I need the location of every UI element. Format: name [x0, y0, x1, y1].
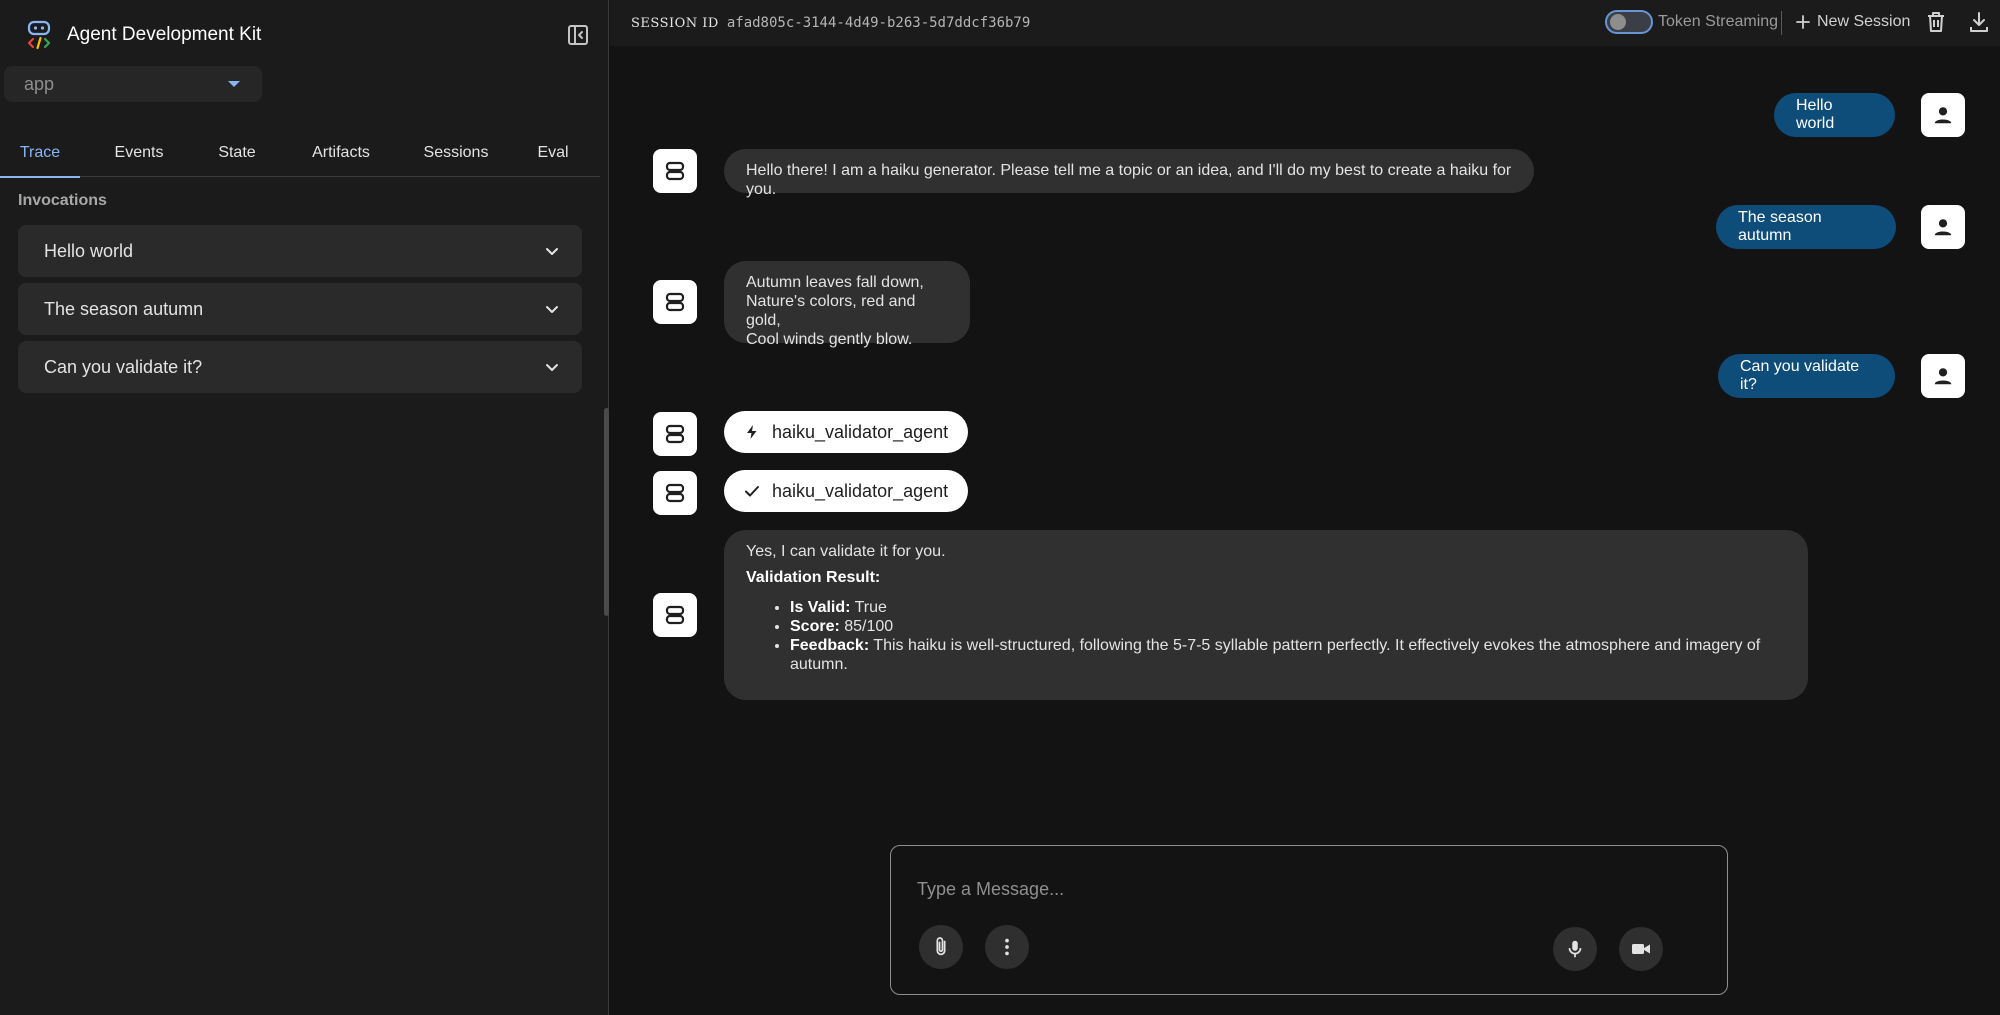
function-call-label: haiku_validator_agent — [772, 421, 949, 442]
more-options-button[interactable] — [985, 925, 1029, 969]
user-message: The season autumn — [1716, 205, 1896, 249]
invocations-heading: Invocations — [18, 192, 107, 209]
token-streaming-label: Token Streaming — [1658, 13, 1779, 30]
user-message: Can you validate it? — [1718, 354, 1895, 398]
collapse-sidebar-icon[interactable] — [566, 23, 590, 47]
validation-item: Is Valid: True — [790, 598, 1786, 617]
invocation-item[interactable]: Hello world — [18, 225, 582, 277]
user-message: Hello world — [1774, 93, 1895, 137]
token-streaming-toggle[interactable] — [1605, 10, 1653, 34]
validation-item-value: 85/100 — [839, 618, 894, 635]
haiku-line: Cool winds gently blow. — [746, 331, 913, 348]
validation-item: Score: 85/100 — [790, 617, 1786, 636]
check-icon — [745, 486, 759, 497]
person-icon — [1934, 368, 1952, 385]
validation-item-label: Score: — [790, 618, 840, 635]
validation-list: Is Valid: True Score: 85/100 Feedback: T… — [790, 598, 1786, 674]
tab-state[interactable]: State — [198, 128, 276, 177]
app-title: Agent Development Kit — [67, 24, 262, 45]
bolt-icon — [747, 425, 757, 439]
sidebar: Agent Development Kit app Trace Events S… — [0, 0, 609, 1015]
bot-message: Hello there! I am a haiku generator. Ple… — [724, 149, 1534, 198]
function-response-label: haiku_validator_agent — [772, 480, 949, 501]
bot-icon — [665, 605, 685, 625]
tab-trace[interactable]: Trace — [0, 128, 80, 178]
mic-icon — [1568, 940, 1582, 958]
chevron-down-icon — [546, 248, 558, 255]
header-divider — [1781, 11, 1782, 35]
validation-intro: Yes, I can validate it for you. — [746, 543, 946, 560]
chevron-down-icon — [546, 306, 558, 313]
invocation-item[interactable]: Can you validate it? — [18, 341, 582, 393]
person-icon — [1934, 219, 1952, 236]
validation-heading: Validation Result: — [746, 569, 881, 586]
sidebar-tabs: Trace Events State Artifacts Sessions Ev… — [0, 128, 600, 178]
plus-icon — [1796, 15, 1810, 29]
session-id-label: SESSION ID — [631, 15, 719, 31]
sidebar-scrollbar[interactable] — [604, 408, 609, 616]
tab-artifacts[interactable]: Artifacts — [276, 128, 406, 177]
paperclip-icon — [936, 937, 946, 956]
bot-icon — [665, 483, 685, 503]
bot-avatar — [653, 412, 697, 456]
bot-message: Yes, I can validate it for you. Validati… — [724, 530, 1808, 700]
function-response-chip[interactable]: haiku_validator_agent — [724, 470, 968, 512]
video-button[interactable] — [1619, 927, 1663, 971]
videocam-icon — [1632, 944, 1650, 954]
app-select-value: app — [24, 73, 55, 94]
toggle-knob — [1610, 14, 1626, 30]
validation-item-value: This haiku is well-structured, following… — [790, 637, 1761, 673]
haiku-line: Autumn leaves fall down, — [746, 274, 924, 291]
function-call-chip[interactable]: haiku_validator_agent — [724, 411, 968, 453]
tab-sessions[interactable]: Sessions — [406, 128, 506, 177]
person-icon — [1934, 107, 1952, 124]
user-avatar — [1921, 354, 1965, 398]
validation-item-label: Feedback: — [790, 637, 870, 654]
session-header: SESSION ID afad805c-3144-4d49-b263-5d7dd… — [610, 0, 2000, 46]
message-input[interactable] — [917, 874, 1697, 904]
bot-avatar — [653, 471, 697, 515]
invocations-list: Hello world The season autumn Can you va… — [18, 225, 582, 399]
more-vert-icon — [1005, 938, 1009, 956]
bot-avatar — [653, 280, 697, 324]
haiku-line: Nature's colors, red and gold, — [746, 293, 916, 329]
user-avatar — [1921, 93, 1965, 137]
invocation-item[interactable]: The season autumn — [18, 283, 582, 335]
tab-events[interactable]: Events — [80, 128, 198, 177]
caret-down-icon — [228, 81, 240, 87]
microphone-button[interactable] — [1553, 927, 1597, 971]
bot-icon — [665, 424, 685, 444]
invocation-label: Can you validate it? — [44, 356, 203, 377]
user-avatar — [1921, 205, 1965, 249]
delete-icon[interactable] — [1924, 10, 1948, 34]
invocation-label: Hello world — [44, 240, 134, 261]
adk-logo-icon — [27, 20, 51, 50]
bot-avatar — [653, 593, 697, 637]
session-id-value: afad805c-3144-4d49-b263-5d7ddcf36b79 — [726, 15, 1031, 31]
bot-avatar — [653, 149, 697, 193]
attach-button[interactable] — [919, 925, 963, 969]
bot-icon — [665, 292, 685, 312]
brand: Agent Development Kit — [26, 20, 261, 50]
validation-item-value: True — [850, 599, 887, 616]
message-composer — [890, 845, 1728, 995]
invocation-label: The season autumn — [44, 298, 204, 319]
validation-item: Feedback: This haiku is well-structured,… — [790, 636, 1786, 674]
new-session-button[interactable]: New Session — [1795, 10, 1910, 34]
bot-message: Autumn leaves fall down, Nature's colors… — [724, 261, 970, 348]
download-icon[interactable] — [1967, 10, 1991, 34]
new-session-label: New Session — [1817, 13, 1911, 30]
bot-icon — [665, 161, 685, 181]
chevron-down-icon — [546, 364, 558, 371]
validation-item-label: Is Valid: — [790, 599, 851, 616]
tab-eval[interactable]: Eval — [506, 128, 600, 177]
app-select[interactable]: app — [4, 66, 262, 102]
